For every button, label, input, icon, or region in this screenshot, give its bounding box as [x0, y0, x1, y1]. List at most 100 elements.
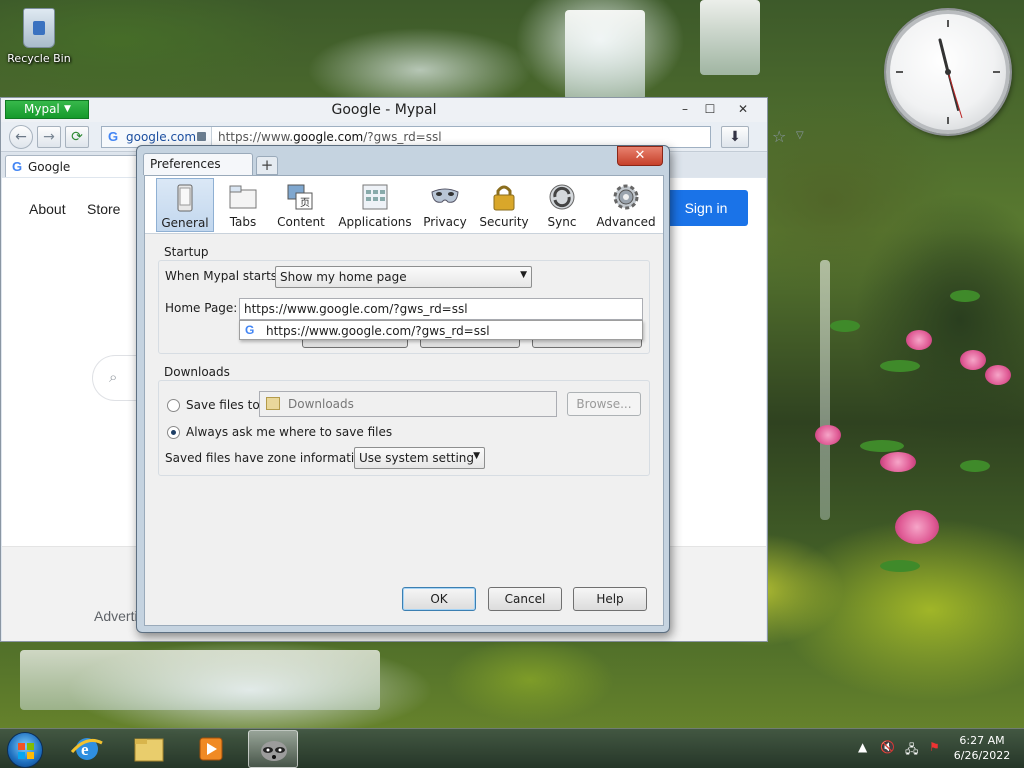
ok-button[interactable]: OK	[402, 587, 476, 611]
cancel-button[interactable]: Cancel	[488, 587, 562, 611]
pane-label: General	[161, 216, 209, 230]
pane-label: Advanced	[596, 215, 656, 229]
preferences-dialog: Preferences + ✕ General Tabs 页 Content A…	[136, 145, 670, 633]
tabs-icon	[229, 185, 257, 209]
reload-button[interactable]: ⟳	[65, 126, 89, 148]
gear-icon	[613, 184, 639, 210]
google-favicon-icon: G	[245, 323, 255, 337]
close-window-button[interactable]: ✕	[731, 100, 755, 118]
always-ask-label: Always ask me where to save files	[186, 425, 393, 439]
startup-group-title: Startup	[164, 245, 209, 259]
google-favicon-icon: G	[12, 159, 23, 174]
back-button[interactable]: ←	[9, 125, 33, 149]
show-hidden-icons-button[interactable]: ▲	[858, 740, 867, 754]
new-tab-button[interactable]: +	[256, 156, 278, 175]
content-icon: 页	[287, 184, 313, 210]
forward-button[interactable]: →	[37, 126, 61, 148]
media-player-taskbar-button[interactable]	[186, 730, 236, 768]
clock-time: 6:27 AM	[959, 734, 1005, 747]
recycle-bin-shortcut[interactable]: Recycle Bin	[6, 8, 72, 65]
pane-applications[interactable]: Applications	[335, 178, 415, 232]
when-starts-value: Show my home page	[280, 270, 407, 284]
pane-tabs[interactable]: Tabs	[219, 178, 267, 232]
preferences-tab[interactable]: Preferences	[143, 153, 253, 175]
autocomplete-popup[interactable]: G https://www.google.com/?gws_rd=ssl	[239, 320, 643, 340]
pane-security[interactable]: Security	[475, 178, 533, 232]
url-prefix: https://www.	[218, 130, 294, 144]
pane-privacy[interactable]: Privacy	[419, 178, 471, 232]
save-files-radio[interactable]	[167, 399, 180, 412]
pane-advanced[interactable]: Advanced	[593, 178, 659, 232]
site-identity-button[interactable]: G google.com	[102, 127, 212, 147]
svg-text:页: 页	[300, 197, 310, 209]
tab-google[interactable]: G Google	[5, 155, 141, 177]
file-explorer-taskbar-button[interactable]	[124, 730, 174, 768]
tab-title: Google	[28, 160, 71, 174]
about-link[interactable]: About	[29, 201, 66, 217]
download-arrow-icon: ⬇	[729, 129, 741, 145]
pane-selector: General Tabs 页 Content Applications Priv…	[145, 176, 663, 234]
recycle-bin-label: Recycle Bin	[7, 52, 71, 65]
plus-icon: +	[260, 156, 274, 174]
start-button[interactable]	[7, 732, 43, 768]
close-dialog-button[interactable]: ✕	[617, 146, 663, 166]
folder-icon	[134, 738, 164, 762]
url-host: google.com	[293, 130, 364, 144]
window-title: Google - Mypal	[331, 102, 437, 118]
clock-gadget[interactable]	[886, 10, 1010, 134]
mypal-taskbar-button[interactable]	[248, 730, 298, 768]
google-favicon-icon: G	[108, 129, 119, 144]
window-titlebar: Mypal ▼ Google - Mypal – ☐ ✕	[1, 98, 767, 122]
history-dropdown-icon[interactable]: ▽	[796, 130, 804, 141]
downloads-group-title: Downloads	[164, 365, 230, 379]
preferences-body: General Tabs 页 Content Applications Priv…	[144, 175, 664, 626]
pane-label: Privacy	[423, 215, 467, 229]
internet-explorer-taskbar-button[interactable]: e	[62, 730, 112, 768]
store-link[interactable]: Store	[87, 201, 120, 217]
browse-button[interactable]: Browse...	[567, 392, 641, 416]
pane-label: Applications	[338, 215, 412, 229]
when-starts-select[interactable]: Show my home page ▼	[275, 266, 532, 288]
autocomplete-suggestion: https://www.google.com/?gws_rd=ssl	[266, 324, 490, 338]
chevron-down-icon: ▼	[520, 270, 527, 280]
back-arrow-icon: ←	[15, 129, 27, 145]
pane-content[interactable]: 页 Content	[271, 178, 331, 232]
forward-arrow-icon: →	[43, 129, 55, 145]
windows-logo-icon	[18, 743, 34, 759]
downloads-button[interactable]: ⬇	[721, 126, 749, 148]
folder-icon	[266, 397, 280, 410]
pane-general[interactable]: General	[156, 178, 214, 232]
maximize-button[interactable]: ☐	[698, 100, 722, 118]
network-icon[interactable]: 🖧	[905, 740, 918, 761]
applications-icon	[362, 184, 388, 210]
bookmark-star-icon[interactable]: ☆	[772, 127, 786, 146]
search-icon: ⌕	[109, 368, 118, 386]
save-folder-value: Downloads	[288, 397, 354, 411]
speaker-muted-icon[interactable]: 🔇	[880, 740, 895, 754]
help-button[interactable]: Help	[573, 587, 647, 611]
privacy-mask-icon	[431, 188, 459, 203]
url-suffix: /?gws_rd=ssl	[363, 130, 442, 144]
home-page-field[interactable]: https://www.google.com/?gws_rd=ssl	[239, 298, 643, 320]
minimize-button[interactable]: –	[673, 100, 697, 118]
system-clock[interactable]: 6:27 AM 6/26/2022	[950, 733, 1014, 763]
sign-in-button[interactable]: Sign in	[664, 190, 748, 226]
reload-icon: ⟳	[71, 129, 83, 145]
url-text: https://www.google.com/?gws_rd=ssl	[218, 130, 442, 144]
pane-label: Security	[479, 215, 529, 229]
raccoon-icon	[261, 741, 287, 761]
sync-icon	[549, 184, 575, 210]
internet-explorer-icon: e	[70, 738, 103, 760]
zone-info-select[interactable]: Use system setting ▼	[354, 447, 485, 469]
pane-label: Content	[277, 215, 325, 229]
action-center-alert-icon[interactable]: ⚑	[929, 740, 940, 754]
chevron-down-icon: ▼	[473, 451, 480, 461]
general-icon	[177, 184, 193, 212]
taskbar: e	[0, 728, 1024, 768]
close-icon: ✕	[634, 148, 646, 163]
zone-info-label: Saved files have zone information:	[165, 451, 374, 465]
always-ask-radio[interactable]	[167, 426, 180, 439]
media-player-icon	[199, 737, 223, 761]
pane-sync[interactable]: Sync	[539, 178, 585, 232]
save-folder-field: Downloads	[259, 391, 557, 417]
